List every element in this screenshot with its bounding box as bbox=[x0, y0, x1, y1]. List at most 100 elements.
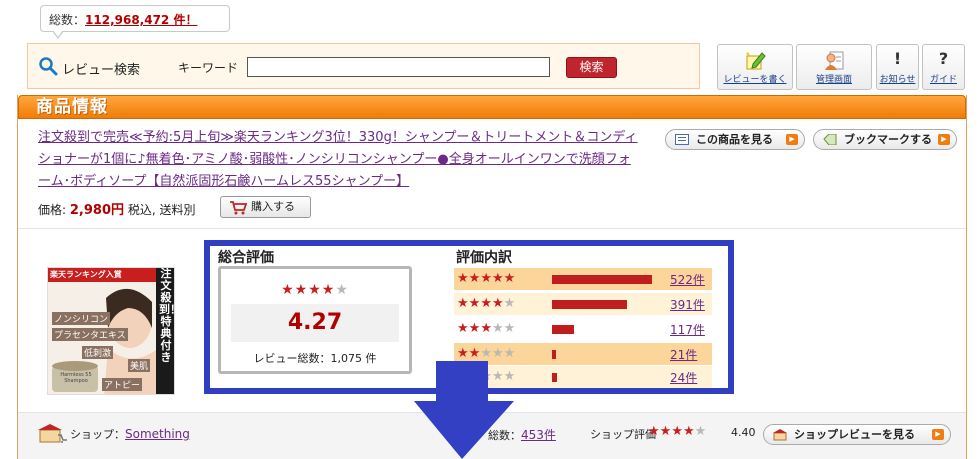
bookmark-tag-icon bbox=[823, 134, 837, 145]
panel-title: 商品情報 bbox=[36, 97, 108, 117]
star-filled-icon: ★ bbox=[671, 424, 683, 439]
star-empty-icon: ★ bbox=[694, 424, 707, 439]
breakdown-bar bbox=[552, 325, 574, 334]
star-filled-icon: ★ bbox=[468, 271, 481, 286]
price-value: 2,980円 bbox=[69, 203, 124, 218]
breakdown-row-3: ★★★★★ 117件 bbox=[454, 318, 712, 340]
star-filled-icon: ★ bbox=[294, 282, 309, 298]
bookmark-label: ブックマークする bbox=[844, 133, 932, 146]
search-button[interactable]: 検索 bbox=[566, 57, 617, 78]
star-filled-icon: ★ bbox=[480, 296, 492, 311]
price-row: 価格: 2,980円 税込, 送料別 bbox=[38, 199, 195, 218]
arrow-right-icon: ▶ bbox=[932, 429, 944, 440]
star-empty-icon: ★ bbox=[335, 282, 349, 298]
star-empty-icon: ★ bbox=[491, 346, 504, 361]
product-name-link[interactable]: 注文殺到で完売≪予約:5月上旬≫楽天ランキング3位！330g！シャンプー＆トリー… bbox=[38, 127, 643, 193]
shop-icon bbox=[773, 429, 787, 441]
tag-nonsilicone: ノンシリコン bbox=[52, 312, 111, 325]
breakdown-row-5: ★★★★★ 522件 bbox=[454, 268, 712, 290]
shop-score: 4.40 bbox=[731, 426, 756, 439]
breakdown-title: 評価内訳 bbox=[456, 250, 512, 266]
star-filled-icon: ★ bbox=[468, 346, 481, 361]
breakdown-bar bbox=[552, 275, 652, 284]
bookmark-button[interactable]: ブックマークする ▶ bbox=[813, 129, 957, 150]
overall-rating-box: ★★★★★ 4.27 レビュー総数：1,075 件 bbox=[218, 266, 412, 374]
breakdown-stars: ★★★★★ bbox=[457, 321, 515, 336]
nav-label: 管理画面 bbox=[815, 75, 852, 85]
pencil-note-icon bbox=[746, 52, 766, 70]
cart-icon bbox=[230, 201, 247, 215]
buy-button[interactable]: 購入する bbox=[220, 196, 311, 218]
star-filled-icon: ★ bbox=[491, 296, 504, 311]
notice-button[interactable]: ! お知らせ bbox=[876, 44, 919, 90]
price-label: 価格: bbox=[38, 203, 67, 217]
star-filled-icon: ★ bbox=[321, 282, 336, 298]
total-label: 総数： bbox=[49, 13, 86, 27]
shop-review-button[interactable]: ショップレビューを見る ▶ bbox=[763, 424, 951, 445]
overall-score: 4.27 bbox=[231, 304, 399, 342]
shop-label-text: ショップ： bbox=[70, 428, 125, 441]
review-total: レビュー総数：1,075 件 bbox=[253, 352, 377, 365]
arrow-right-icon: ▶ bbox=[786, 134, 798, 145]
star-filled-icon: ★ bbox=[281, 282, 295, 298]
shop-icon bbox=[38, 424, 67, 443]
tag-atopy: アトピー bbox=[102, 378, 143, 391]
star-empty-icon: ★ bbox=[503, 321, 516, 336]
shop-review-label: ショップレビューを見る bbox=[794, 428, 915, 441]
ranking-ribbon: 楽天ランキング入賞 bbox=[50, 270, 122, 279]
star-filled-icon: ★ bbox=[480, 321, 492, 336]
admin-button[interactable]: 管理画面 bbox=[796, 44, 872, 90]
breakdown-bar bbox=[552, 300, 627, 309]
breakdown-bar bbox=[552, 350, 556, 359]
price-note: 税込, 送料別 bbox=[127, 203, 196, 217]
shop-reviews-link[interactable]: 453件 bbox=[521, 428, 556, 442]
nav-label: お知らせ bbox=[879, 75, 916, 85]
breakdown-count-link[interactable]: 117件 bbox=[670, 321, 705, 338]
star-filled-icon: ★ bbox=[682, 424, 695, 439]
star-filled-icon: ★ bbox=[457, 346, 469, 361]
tag-low-irritation: 低刺激 bbox=[82, 346, 114, 359]
total-count[interactable]: 112,968,472 件！ bbox=[85, 13, 197, 27]
guide-button[interactable]: ? ガイド bbox=[922, 44, 965, 90]
view-item-label: この商品を見る bbox=[696, 133, 773, 146]
view-item-button[interactable]: この商品を見る ▶ bbox=[665, 129, 805, 150]
jar-label: Harmless 55 Shampoo bbox=[60, 372, 92, 384]
shop-stars: ★★★★★ bbox=[648, 424, 706, 439]
star-empty-icon: ★ bbox=[503, 296, 516, 311]
tag-beauty-skin: 美肌 bbox=[128, 359, 151, 372]
star-empty-icon: ★ bbox=[480, 346, 492, 361]
breakdown-stars: ★★★★★ bbox=[457, 346, 515, 361]
star-filled-icon: ★ bbox=[457, 271, 469, 286]
total-count-bubble: 総数：112,968,472 件！ bbox=[40, 5, 230, 32]
product-image[interactable]: 楽天ランキング入賞 注文殺到！特典付き ノンシリコン プラセンタエキス 低刺激 … bbox=[47, 267, 175, 395]
breakdown-count-link[interactable]: 522件 bbox=[670, 271, 705, 288]
tag-placenta: プラセンタエキス bbox=[52, 328, 128, 341]
write-review-button[interactable]: レビューを書く bbox=[717, 44, 793, 90]
keyword-input[interactable] bbox=[247, 57, 550, 77]
breakdown-count-link[interactable]: 21件 bbox=[670, 346, 697, 363]
breakdown-count-link[interactable]: 24件 bbox=[670, 369, 697, 386]
star-empty-icon: ★ bbox=[503, 346, 516, 361]
star-filled-icon: ★ bbox=[468, 321, 481, 336]
star-filled-icon: ★ bbox=[457, 321, 469, 336]
star-filled-icon: ★ bbox=[648, 424, 660, 439]
buy-label: 購入する bbox=[251, 200, 295, 213]
question-icon: ? bbox=[938, 49, 949, 68]
nav-label: レビューを書く bbox=[723, 75, 787, 85]
shop-name-link[interactable]: Something bbox=[125, 427, 190, 441]
star-empty-icon: ★ bbox=[491, 321, 504, 336]
breakdown-stars: ★★★★★ bbox=[457, 271, 515, 286]
star-filled-icon: ★ bbox=[480, 271, 492, 286]
star-filled-icon: ★ bbox=[491, 271, 504, 286]
search-icon bbox=[39, 57, 58, 76]
star-filled-icon: ★ bbox=[308, 282, 322, 298]
star-filled-icon: ★ bbox=[457, 296, 469, 311]
review-search-bar: レビュー検索 キーワード 検索 bbox=[27, 43, 700, 89]
overall-stars: ★★★★★ bbox=[221, 282, 409, 298]
star-filled-icon: ★ bbox=[503, 271, 516, 286]
nav-label: ガイド bbox=[929, 75, 957, 85]
star-filled-icon: ★ bbox=[468, 296, 481, 311]
panel-header: 商品情報 bbox=[18, 95, 966, 119]
breakdown-count-link[interactable]: 391件 bbox=[670, 296, 705, 313]
down-arrow-icon bbox=[414, 361, 514, 459]
